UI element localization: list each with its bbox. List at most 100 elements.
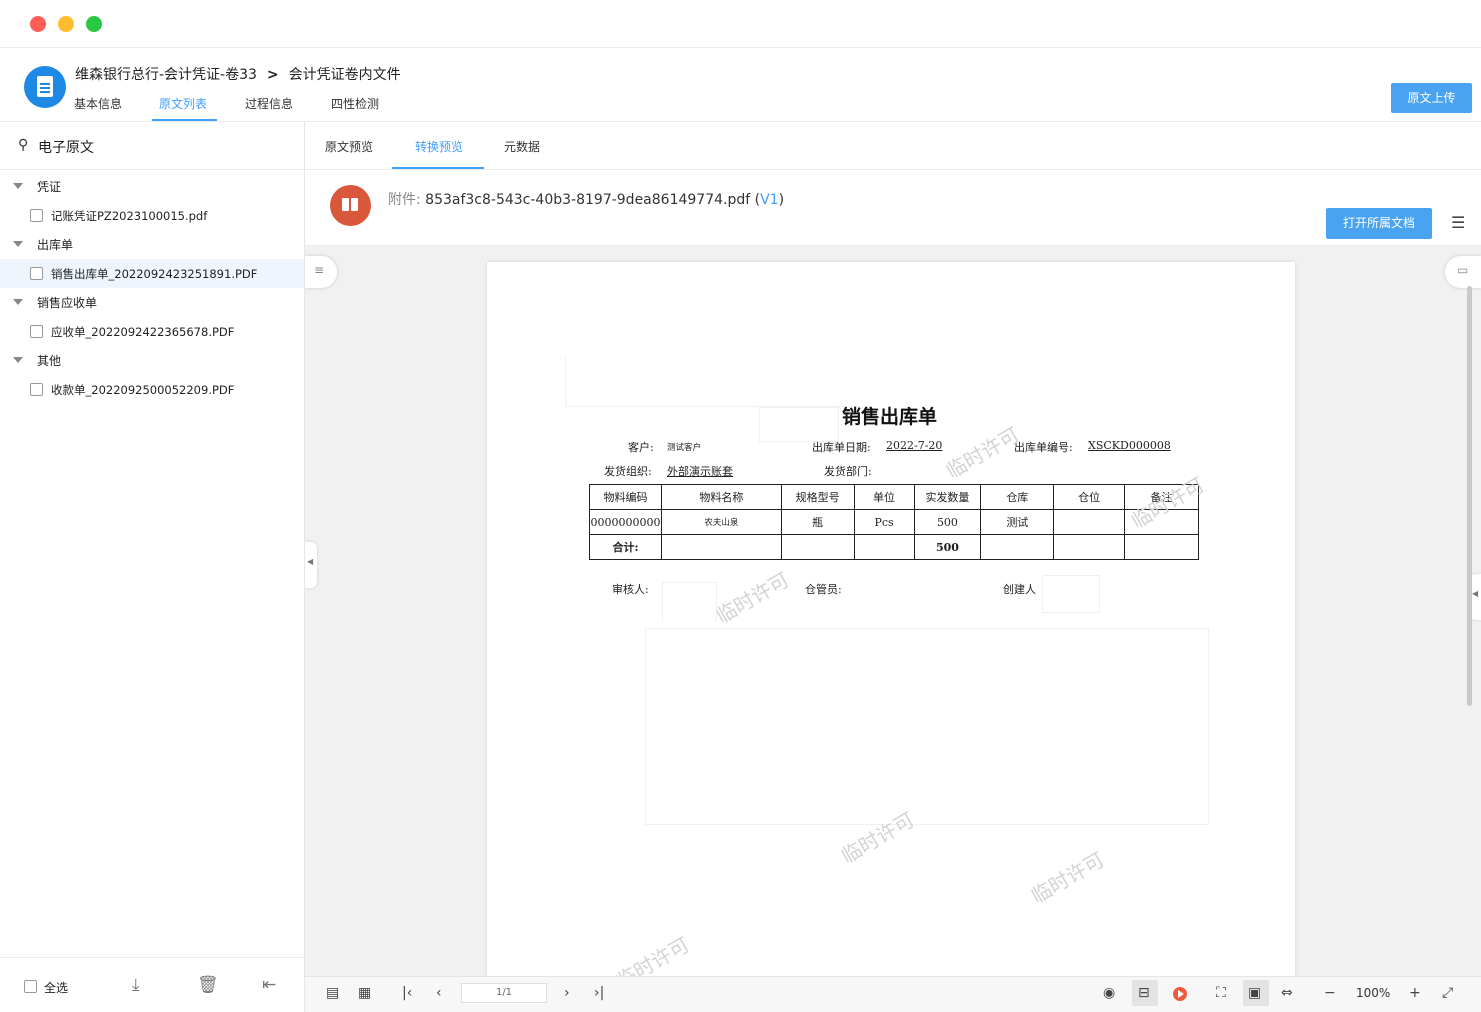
file-checkbox[interactable] — [30, 325, 43, 338]
file-checkbox[interactable] — [30, 383, 43, 396]
total-label: 合计: — [589, 534, 662, 560]
trash-icon[interactable]: 🗑 — [197, 975, 219, 995]
chevron-left-icon: ◀ — [1472, 589, 1479, 598]
fit-page-icon[interactable]: ▣ — [1248, 985, 1261, 1001]
upload-original-button[interactable]: 原文上传 — [1391, 83, 1472, 113]
dept-label: 发货部门: — [824, 465, 872, 478]
watermark: 临时许可 — [712, 567, 794, 629]
open-document-button[interactable]: 打开所属文档 — [1326, 208, 1432, 239]
table-cell — [980, 534, 1055, 560]
tree-file-item[interactable]: 收款单_2022092500052209.PDF — [0, 375, 304, 404]
tab-converted-preview[interactable]: 转换预览 — [415, 138, 463, 155]
maximize-window-button[interactable] — [86, 16, 102, 32]
first-page-icon[interactable]: |‹ — [402, 985, 412, 1001]
watermark: 临时许可 — [612, 932, 694, 976]
file-label: 应收单_2022092422365678.PDF — [51, 325, 235, 339]
caret-down-icon[interactable] — [13, 183, 23, 189]
reviewer-label: 审核人: — [612, 583, 649, 596]
breadcrumb-volume[interactable]: 维森银行总行-会计凭证-卷33 — [75, 67, 257, 83]
tree-file-item[interactable]: 记账凭证PZ2023100015.pdf — [0, 201, 304, 230]
tree-file-item[interactable]: 销售出库单_2022092423251891.PDF — [0, 259, 304, 288]
eye-icon[interactable]: ◉ — [1103, 985, 1115, 1001]
keeper-label: 仓管员: — [805, 583, 842, 596]
file-checkbox[interactable] — [30, 267, 43, 280]
table-header-cell: 物料编码 — [589, 484, 662, 510]
table-header-cell: 单位 — [853, 484, 915, 510]
outbound-table: 物料编码 物料名称 规格型号 单位 实发数量 仓库 仓位 备注 00000000… — [589, 484, 1199, 560]
tab-metadata[interactable]: 元数据 — [504, 138, 540, 155]
faint-box — [645, 628, 1209, 825]
tree-group-label: 其他 — [37, 354, 62, 368]
watermark: 临时许可 — [1027, 847, 1109, 909]
sidebar-footer: 全选 ⤓ 🗑 ⇤ — [0, 957, 304, 1012]
table-total-row: 合计: 500 — [589, 534, 1199, 560]
table-header-cell: 物料名称 — [660, 484, 782, 510]
outline-icon[interactable]: ▦ — [358, 985, 371, 1001]
prev-page-icon[interactable]: ‹ — [436, 985, 442, 1001]
tab-original-preview[interactable]: 原文预览 — [325, 138, 373, 155]
zoom-in-icon[interactable]: + — [1409, 985, 1421, 1001]
tree-file-item[interactable]: 应收单_2022092422365678.PDF — [0, 317, 304, 346]
fit-width-icon[interactable]: ⇔ — [1281, 985, 1293, 1001]
download-icon[interactable]: ⤓ — [132, 975, 140, 995]
preview-tabs: 原文预览 转换预览 元数据 — [305, 122, 1481, 170]
sidebar-title: 电子原文 — [38, 140, 94, 156]
chat-panel-toggle[interactable]: ▭ — [1445, 256, 1481, 288]
list-icon[interactable]: ☰ — [1451, 213, 1465, 232]
attachment-prefix: 附件: — [388, 192, 421, 208]
zoom-level: 100% — [1356, 986, 1391, 1000]
exit-icon[interactable]: ⇤ — [262, 975, 276, 995]
viewer-scrollbar[interactable] — [1467, 286, 1472, 706]
tree-group-voucher[interactable]: 凭证 — [0, 172, 304, 201]
tree-group-outbound[interactable]: 出库单 — [0, 230, 304, 259]
comment-icon: ▭ — [1457, 263, 1469, 277]
breadcrumb: 维森银行总行-会计凭证-卷33 > 会计凭证卷内文件 — [75, 64, 401, 84]
page-header: 维森银行总行-会计凭证-卷33 > 会计凭证卷内文件 基本信息 原文列表 过程信息 … — [0, 49, 1481, 122]
attachment-filename: 853af3c8-543c-40b3-8197-9dea86149774.pdf — [425, 192, 751, 208]
book-icon — [330, 185, 371, 226]
main-panel: 原文预览 转换预览 元数据 附件: 853af3c8-543c-40b3-819… — [305, 122, 1481, 1012]
number-value: XSCKD000008 — [1088, 439, 1171, 452]
active-tab-indicator — [392, 167, 484, 169]
tab-basic-info[interactable]: 基本信息 — [74, 95, 122, 122]
select-all-label[interactable]: 全选 — [44, 979, 68, 996]
customer-label: 客户: — [628, 441, 654, 454]
close-window-button[interactable] — [30, 16, 46, 32]
caret-down-icon[interactable] — [13, 241, 23, 247]
watermark: 临时许可 — [942, 422, 1024, 484]
active-tab-indicator — [152, 119, 217, 121]
breadcrumb-separator: > — [266, 67, 279, 83]
file-checkbox[interactable] — [30, 209, 43, 222]
tree-group-receivable[interactable]: 销售应收单 — [0, 288, 304, 317]
chevron-left-icon: ◀ — [307, 557, 314, 566]
tree-group-other[interactable]: 其他 — [0, 346, 304, 375]
play-icon[interactable] — [1173, 987, 1187, 1001]
page-mode-icon[interactable]: ⊟ — [1138, 985, 1150, 1001]
file-label: 收款单_2022092500052209.PDF — [51, 383, 235, 397]
attachment-version[interactable]: V1 — [760, 192, 778, 208]
tab-original-list[interactable]: 原文列表 — [159, 95, 207, 122]
comment-panel-toggle[interactable]: ≡ — [305, 256, 337, 288]
tab-four-checks[interactable]: 四性检测 — [331, 95, 379, 122]
select-all-checkbox[interactable] — [24, 980, 37, 993]
minimize-window-button[interactable] — [58, 16, 74, 32]
fullscreen-icon[interactable]: ⤢ — [1442, 985, 1453, 1001]
last-page-icon[interactable]: ›| — [594, 985, 604, 1001]
page-input[interactable]: 1/1 — [461, 983, 547, 1003]
total-quantity: 500 — [913, 534, 982, 560]
thumbnail-icon[interactable]: ▤ — [326, 985, 339, 1001]
caret-down-icon[interactable] — [13, 299, 23, 305]
table-header-cell: 规格型号 — [780, 484, 855, 510]
collapse-left-handle[interactable]: ◀ — [305, 542, 317, 588]
table-header-row: 物料编码 物料名称 规格型号 单位 实发数量 仓库 仓位 备注 — [589, 484, 1199, 510]
table-cell: Pcs — [853, 509, 915, 535]
fit-screen-icon[interactable]: ⛶ — [1216, 985, 1226, 1001]
tab-process-info[interactable]: 过程信息 — [245, 95, 293, 122]
next-page-icon[interactable]: › — [564, 985, 570, 1001]
breadcrumb-current: 会计凭证卷内文件 — [288, 67, 401, 83]
zoom-out-icon[interactable]: − — [1324, 985, 1336, 1001]
file-label: 记账凭证PZ2023100015.pdf — [51, 209, 208, 223]
date-value: 2022-7-20 — [886, 439, 943, 452]
table-cell — [1053, 534, 1126, 560]
caret-down-icon[interactable] — [13, 357, 23, 363]
